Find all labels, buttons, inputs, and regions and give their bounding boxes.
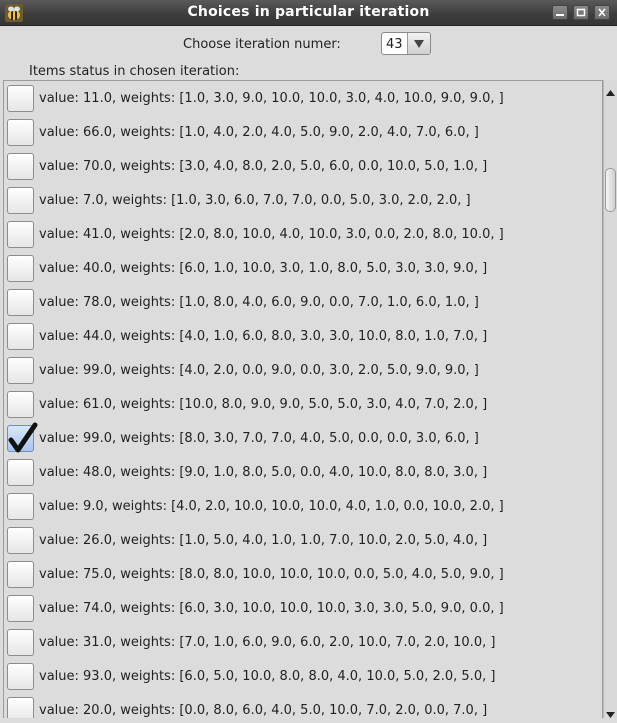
maximize-icon [574, 8, 588, 17]
list-item[interactable]: value: 70.0, weights: [3.0, 4.0, 8.0, 2.… [4, 150, 602, 184]
iteration-chooser: Choose iteration numer: 43 [0, 25, 617, 65]
items-status-label: Items status in chosen iteration: [29, 64, 240, 79]
list-item[interactable]: value: 74.0, weights: [6.0, 3.0, 10.0, 1… [4, 592, 602, 626]
item-checkbox[interactable] [7, 422, 38, 453]
item-label: value: 40.0, weights: [6.0, 1.0, 10.0, 3… [39, 261, 488, 276]
item-label: value: 66.0, weights: [1.0, 4.0, 2.0, 4.… [39, 125, 479, 140]
item-label: value: 99.0, weights: [4.0, 2.0, 0.0, 9.… [39, 363, 479, 378]
item-label: value: 48.0, weights: [9.0, 1.0, 8.0, 5.… [39, 465, 488, 480]
list-item[interactable]: value: 9.0, weights: [4.0, 2.0, 10.0, 10… [4, 490, 602, 524]
item-checkbox[interactable] [7, 119, 34, 146]
item-checkbox[interactable] [7, 153, 34, 180]
list-item[interactable]: value: 20.0, weights: [0.0, 8.0, 6.0, 4.… [4, 694, 602, 718]
item-label: value: 61.0, weights: [10.0, 8.0, 9.0, 9… [39, 397, 488, 412]
list-item[interactable]: value: 31.0, weights: [7.0, 1.0, 6.0, 9.… [4, 626, 602, 660]
list-item[interactable]: value: 7.0, weights: [1.0, 3.0, 6.0, 7.0… [4, 184, 602, 218]
title-bar: Choices in particular iteration [0, 0, 617, 26]
list-item[interactable]: value: 99.0, weights: [4.0, 2.0, 0.0, 9.… [4, 354, 602, 388]
maximize-button[interactable] [573, 5, 589, 20]
item-checkbox[interactable] [7, 85, 34, 112]
chevron-down-icon [408, 40, 430, 48]
list-item[interactable]: value: 93.0, weights: [6.0, 5.0, 10.0, 8… [4, 660, 602, 694]
item-label: value: 11.0, weights: [1.0, 3.0, 9.0, 10… [39, 91, 504, 106]
item-label: value: 31.0, weights: [7.0, 1.0, 6.0, 9.… [39, 635, 496, 650]
item-checkbox[interactable] [7, 595, 34, 622]
item-checkbox[interactable] [7, 663, 34, 690]
item-checkbox[interactable] [7, 493, 34, 520]
item-checkbox[interactable] [7, 221, 34, 248]
item-label: value: 7.0, weights: [1.0, 3.0, 6.0, 7.0… [39, 193, 471, 208]
item-label: value: 9.0, weights: [4.0, 2.0, 10.0, 10… [39, 499, 504, 514]
item-label: value: 99.0, weights: [8.0, 3.0, 7.0, 7.… [39, 431, 479, 446]
item-checkbox[interactable] [7, 323, 34, 350]
iteration-label: Choose iteration numer: [183, 37, 341, 52]
items-list: value: 11.0, weights: [1.0, 3.0, 9.0, 10… [3, 80, 603, 718]
scroll-up-arrow-icon[interactable] [605, 82, 616, 101]
list-item[interactable]: value: 26.0, weights: [1.0, 5.0, 4.0, 1.… [4, 524, 602, 558]
item-label: value: 74.0, weights: [6.0, 3.0, 10.0, 1… [39, 601, 504, 616]
item-label: value: 44.0, weights: [4.0, 1.0, 6.0, 8.… [39, 329, 488, 344]
scrollbar-thumb[interactable] [605, 168, 616, 212]
list-item[interactable]: value: 61.0, weights: [10.0, 8.0, 9.0, 9… [4, 388, 602, 422]
item-label: value: 20.0, weights: [0.0, 8.0, 6.0, 4.… [39, 703, 488, 718]
item-label: value: 41.0, weights: [2.0, 8.0, 10.0, 4… [39, 227, 504, 242]
item-label: value: 75.0, weights: [8.0, 8.0, 10.0, 1… [39, 567, 504, 582]
item-label: value: 26.0, weights: [1.0, 5.0, 4.0, 1.… [39, 533, 488, 548]
item-label: value: 93.0, weights: [6.0, 5.0, 10.0, 8… [39, 669, 496, 684]
minimize-icon [553, 8, 567, 17]
iteration-select[interactable]: 43 [381, 32, 431, 55]
item-checkbox[interactable] [7, 289, 34, 316]
list-item[interactable]: value: 78.0, weights: [1.0, 8.0, 4.0, 6.… [4, 286, 602, 320]
item-checkbox[interactable] [7, 391, 34, 418]
list-item[interactable]: value: 75.0, weights: [8.0, 8.0, 10.0, 1… [4, 558, 602, 592]
item-label: value: 78.0, weights: [1.0, 8.0, 4.0, 6.… [39, 295, 479, 310]
item-label: value: 70.0, weights: [3.0, 4.0, 8.0, 2.… [39, 159, 488, 174]
list-item[interactable]: value: 66.0, weights: [1.0, 4.0, 2.0, 4.… [4, 116, 602, 150]
iteration-dropdown-button[interactable] [407, 33, 430, 54]
item-checkbox[interactable] [7, 187, 34, 214]
item-checkbox[interactable] [7, 527, 34, 554]
vertical-scrollbar[interactable] [603, 80, 617, 718]
item-checkbox[interactable] [7, 561, 34, 588]
scroll-down-arrow-icon[interactable] [605, 704, 616, 723]
list-item[interactable]: value: 41.0, weights: [2.0, 8.0, 10.0, 4… [4, 218, 602, 252]
minimize-button[interactable] [552, 5, 568, 20]
item-checkbox[interactable] [7, 255, 34, 282]
list-item[interactable]: value: 99.0, weights: [8.0, 3.0, 7.0, 7.… [4, 422, 602, 456]
iteration-select-value: 43 [386, 37, 403, 52]
list-item[interactable]: value: 44.0, weights: [4.0, 1.0, 6.0, 8.… [4, 320, 602, 354]
list-item[interactable]: value: 11.0, weights: [1.0, 3.0, 9.0, 10… [4, 82, 602, 116]
item-checkbox[interactable] [7, 629, 34, 656]
item-checkbox[interactable] [7, 357, 34, 384]
close-icon [595, 8, 609, 17]
item-checkbox[interactable] [7, 697, 34, 718]
list-item[interactable]: value: 40.0, weights: [6.0, 1.0, 10.0, 3… [4, 252, 602, 286]
item-checkbox[interactable] [7, 459, 34, 486]
close-button[interactable] [594, 5, 610, 20]
list-item[interactable]: value: 48.0, weights: [9.0, 1.0, 8.0, 5.… [4, 456, 602, 490]
window-title: Choices in particular iteration [187, 4, 430, 20]
